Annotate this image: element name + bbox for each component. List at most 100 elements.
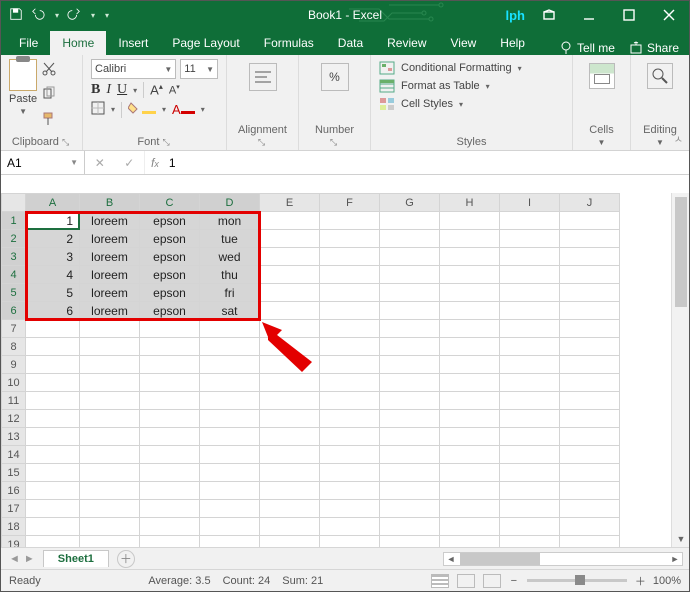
col-header-H[interactable]: H [440, 194, 500, 212]
cell-C7[interactable] [140, 320, 200, 338]
cell-F10[interactable] [320, 374, 380, 392]
tab-data[interactable]: Data [326, 31, 375, 55]
tell-me[interactable]: Tell me [559, 41, 615, 55]
cell-C9[interactable] [140, 356, 200, 374]
row-header-7[interactable]: 7 [2, 320, 26, 338]
qat-customize-icon[interactable]: ▾ [105, 11, 109, 20]
cell-G9[interactable] [380, 356, 440, 374]
cell-F16[interactable] [320, 482, 380, 500]
select-all-corner[interactable] [2, 194, 26, 212]
cell-G1[interactable] [380, 212, 440, 230]
maximize-button[interactable] [609, 1, 649, 29]
editing-icon[interactable] [647, 63, 673, 89]
cell-I3[interactable] [500, 248, 560, 266]
cell-F2[interactable] [320, 230, 380, 248]
cell-E14[interactable] [260, 446, 320, 464]
col-header-D[interactable]: D [200, 194, 260, 212]
cell-C8[interactable] [140, 338, 200, 356]
cell-E1[interactable] [260, 212, 320, 230]
cell-I11[interactable] [500, 392, 560, 410]
cell-B5[interactable]: loreem [80, 284, 140, 302]
sheet-nav-next-icon[interactable]: ► [24, 553, 35, 565]
tab-help[interactable]: Help [488, 31, 537, 55]
cell-B7[interactable] [80, 320, 140, 338]
cell-I8[interactable] [500, 338, 560, 356]
cell-G17[interactable] [380, 500, 440, 518]
cell-J19[interactable] [560, 536, 620, 548]
tab-view[interactable]: View [439, 31, 489, 55]
cell-D14[interactable] [200, 446, 260, 464]
cell-E2[interactable] [260, 230, 320, 248]
conditional-formatting-button[interactable]: Conditional Formatting ▾ [379, 61, 564, 75]
grid[interactable]: ABCDEFGHIJ11loreemepsonmon22loreemepsont… [1, 193, 671, 547]
cell-D3[interactable]: wed [200, 248, 260, 266]
cell-I13[interactable] [500, 428, 560, 446]
cell-D16[interactable] [200, 482, 260, 500]
decrease-font-icon[interactable]: A▾ [169, 83, 180, 97]
row-header-14[interactable]: 14 [2, 446, 26, 464]
vscroll-thumb[interactable] [675, 197, 687, 307]
undo-icon[interactable] [31, 7, 45, 24]
col-header-A[interactable]: A [26, 194, 80, 212]
cell-A12[interactable] [26, 410, 80, 428]
cell-D10[interactable] [200, 374, 260, 392]
cell-C5[interactable]: epson [140, 284, 200, 302]
cell-D4[interactable]: thu [200, 266, 260, 284]
cell-G5[interactable] [380, 284, 440, 302]
cell-F7[interactable] [320, 320, 380, 338]
cell-D9[interactable] [200, 356, 260, 374]
col-header-I[interactable]: I [500, 194, 560, 212]
underline-button[interactable]: U [117, 82, 127, 98]
cell-G11[interactable] [380, 392, 440, 410]
zoom-out-button[interactable]: − [509, 575, 519, 587]
cell-C2[interactable]: epson [140, 230, 200, 248]
cell-H5[interactable] [440, 284, 500, 302]
cell-G4[interactable] [380, 266, 440, 284]
scroll-left-icon[interactable]: ◄ [444, 554, 458, 564]
cell-A17[interactable] [26, 500, 80, 518]
formula-input[interactable]: 1 [165, 156, 176, 170]
cell-E15[interactable] [260, 464, 320, 482]
cell-J17[interactable] [560, 500, 620, 518]
cell-A18[interactable] [26, 518, 80, 536]
cell-H17[interactable] [440, 500, 500, 518]
cell-D6[interactable]: sat [200, 302, 260, 320]
row-header-10[interactable]: 10 [2, 374, 26, 392]
font-name-combo[interactable]: Calibri▼ [91, 59, 176, 79]
scroll-right-icon[interactable]: ► [668, 554, 682, 564]
row-header-6[interactable]: 6 [2, 302, 26, 320]
cell-C4[interactable]: epson [140, 266, 200, 284]
row-header-18[interactable]: 18 [2, 518, 26, 536]
cell-J2[interactable] [560, 230, 620, 248]
cell-G2[interactable] [380, 230, 440, 248]
cell-F14[interactable] [320, 446, 380, 464]
cell-C17[interactable] [140, 500, 200, 518]
cell-G18[interactable] [380, 518, 440, 536]
cell-H7[interactable] [440, 320, 500, 338]
cell-C16[interactable] [140, 482, 200, 500]
cell-H4[interactable] [440, 266, 500, 284]
cell-A16[interactable] [26, 482, 80, 500]
cell-A6[interactable]: 6 [26, 302, 80, 320]
vertical-scrollbar[interactable]: ▲ ▼ [671, 193, 689, 547]
cell-I16[interactable] [500, 482, 560, 500]
cell-C18[interactable] [140, 518, 200, 536]
cell-D2[interactable]: tue [200, 230, 260, 248]
cell-I15[interactable] [500, 464, 560, 482]
zoom-in-button[interactable]: ＋ [635, 573, 645, 589]
new-sheet-button[interactable]: ＋ [117, 550, 135, 568]
cell-B6[interactable]: loreem [80, 302, 140, 320]
alignment-icon[interactable] [249, 63, 277, 91]
row-header-9[interactable]: 9 [2, 356, 26, 374]
cell-E3[interactable] [260, 248, 320, 266]
cells-icon[interactable] [589, 63, 615, 89]
cell-G19[interactable] [380, 536, 440, 548]
cell-I2[interactable] [500, 230, 560, 248]
row-header-1[interactable]: 1 [2, 212, 26, 230]
cell-G15[interactable] [380, 464, 440, 482]
cancel-formula-icon[interactable]: ✕ [95, 156, 105, 170]
cell-B10[interactable] [80, 374, 140, 392]
cell-A13[interactable] [26, 428, 80, 446]
cell-B12[interactable] [80, 410, 140, 428]
format-as-table-button[interactable]: Format as Table ▾ [379, 79, 564, 93]
